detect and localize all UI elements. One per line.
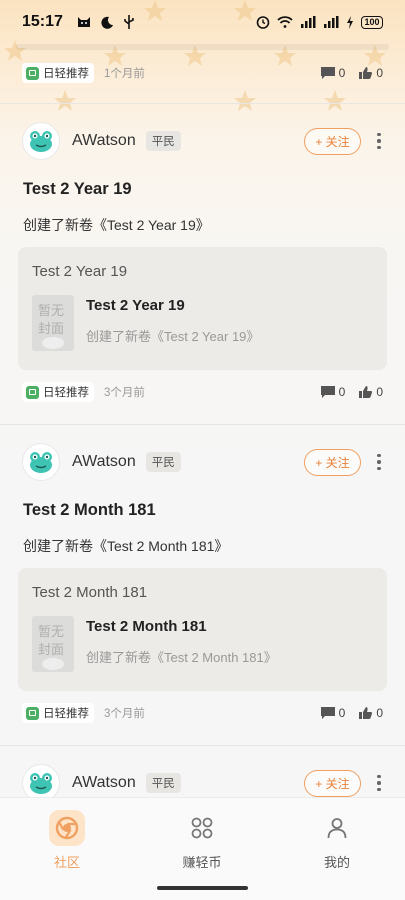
post-card[interactable]: AWatson 平民 + 关注 xyxy=(0,745,405,797)
post-meta-row: 日轻推荐 3个月前 0 0 xyxy=(18,378,387,406)
bottom-navigation: 社区 赚轻币 我的 xyxy=(0,797,405,900)
embed-subtitle: 创建了新卷《Test 2 Month 181》 xyxy=(86,650,277,665)
comment-count[interactable]: 0 xyxy=(320,706,346,720)
follow-button[interactable]: + 关注 xyxy=(304,127,361,155)
embed-name: Test 2 Month 181 xyxy=(86,618,207,635)
no-cover-placeholder-icon: 暂无 封面 xyxy=(32,616,74,672)
like-count[interactable]: 0 xyxy=(359,66,383,80)
recommend-icon xyxy=(26,66,39,80)
recommend-tag[interactable]: 日轻推荐 xyxy=(22,63,94,83)
signal-icon xyxy=(301,16,316,28)
like-count-value: 0 xyxy=(376,385,383,399)
svg-text:暂无: 暂无 xyxy=(38,625,64,640)
comment-icon xyxy=(320,67,335,79)
recommend-tag-label: 日轻推荐 xyxy=(43,387,89,399)
comment-count-value: 0 xyxy=(338,385,346,399)
avatar[interactable] xyxy=(22,764,60,797)
comment-count-value: 0 xyxy=(338,66,346,80)
recommend-icon xyxy=(26,706,39,720)
usb-icon xyxy=(124,15,134,29)
svg-text:暂无: 暂无 xyxy=(38,304,64,319)
like-count-value: 0 xyxy=(376,66,383,80)
community-feed[interactable]: 日轻推荐 1个月前 0 0 AWatson 平民 + 关注 Test 2 Yea… xyxy=(0,44,405,797)
post-description: 创建了新卷《Test 2 Year 19》 xyxy=(23,217,210,233)
moon-icon xyxy=(101,16,113,29)
thumbs-up-icon xyxy=(359,67,373,79)
more-options-icon[interactable] xyxy=(369,132,389,150)
embed-subtitle: 创建了新卷《Test 2 Year 19》 xyxy=(86,329,260,344)
volume-embed[interactable]: Test 2 Year 19 暂无封面 Test 2 Year 19 创建了新卷… xyxy=(18,247,387,370)
avatar[interactable] xyxy=(22,443,60,481)
frog-avatar-icon xyxy=(30,773,52,794)
recommend-tag[interactable]: 日轻推荐 xyxy=(22,382,94,402)
like-count[interactable]: 0 xyxy=(359,385,383,399)
nav-item-earn-coins[interactable]: 赚轻币 xyxy=(152,810,252,871)
nav-item-community[interactable]: 社区 xyxy=(17,810,117,871)
rank-badge: 平民 xyxy=(145,452,181,472)
like-count-value: 0 xyxy=(376,706,383,720)
author-name[interactable]: AWatson xyxy=(72,453,136,471)
volume-embed[interactable]: Test 2 Month 181 暂无封面 Test 2 Month 181 创… xyxy=(18,568,387,691)
embed-heading: Test 2 Year 19 xyxy=(32,263,128,280)
recommend-tag-label: 日轻推荐 xyxy=(43,68,89,80)
alarm-icon xyxy=(256,16,270,29)
nav-item-profile[interactable]: 我的 xyxy=(287,810,387,871)
comment-count[interactable]: 0 xyxy=(320,385,346,399)
follow-button[interactable]: + 关注 xyxy=(304,769,361,797)
thumbs-up-icon xyxy=(359,707,373,719)
charging-icon xyxy=(347,15,353,29)
status-time: 15:17 xyxy=(22,13,63,30)
nav-label: 我的 xyxy=(323,855,350,870)
post-title[interactable]: Test 2 Month 181 xyxy=(23,501,387,523)
wifi-icon xyxy=(277,16,293,28)
author-name[interactable]: AWatson xyxy=(72,132,136,150)
comment-icon xyxy=(320,386,335,398)
more-options-icon[interactable] xyxy=(369,453,389,471)
cat-notification-icon xyxy=(77,17,90,27)
svg-text:封面: 封面 xyxy=(38,322,64,337)
grid-icon xyxy=(184,810,220,846)
follow-button[interactable]: + 关注 xyxy=(304,448,361,476)
avatar[interactable] xyxy=(22,122,60,160)
post-time: 3个月前 xyxy=(104,387,145,399)
post-card[interactable]: AWatson 平民 + 关注 Test 2 Year 19 创建了新卷《Tes… xyxy=(0,103,405,424)
post-meta-row: 日轻推荐 1个月前 0 0 xyxy=(0,58,405,88)
battery-level: 100 xyxy=(361,15,383,29)
thumbs-up-icon xyxy=(359,386,373,398)
recommend-icon xyxy=(26,385,39,399)
recommend-tag[interactable]: 日轻推荐 xyxy=(22,703,94,723)
like-count[interactable]: 0 xyxy=(359,706,383,720)
nav-label: 赚轻币 xyxy=(182,855,222,870)
embed-name: Test 2 Year 19 xyxy=(86,297,185,314)
post-time: 3个月前 xyxy=(104,708,145,720)
no-cover-placeholder-icon: 暂无 封面 xyxy=(32,295,74,351)
frog-avatar-icon xyxy=(30,452,52,473)
divider xyxy=(16,44,389,50)
community-icon xyxy=(49,810,85,846)
status-bar: 15:17 100 xyxy=(0,0,405,44)
post-description: 创建了新卷《Test 2 Month 181》 xyxy=(23,538,229,554)
home-indicator[interactable] xyxy=(157,886,248,890)
rank-badge: 平民 xyxy=(145,131,181,151)
svg-text:封面: 封面 xyxy=(38,643,64,658)
post-card[interactable]: AWatson 平民 + 关注 Test 2 Month 181 创建了新卷《T… xyxy=(0,424,405,745)
signal-icon-2 xyxy=(324,16,339,28)
comment-icon xyxy=(320,707,335,719)
post-time: 1个月前 xyxy=(104,68,145,80)
more-options-icon[interactable] xyxy=(369,774,389,792)
recommend-tag-label: 日轻推荐 xyxy=(43,708,89,720)
nav-label: 社区 xyxy=(53,855,80,870)
frog-avatar-icon xyxy=(30,131,52,152)
post-meta-row: 日轻推荐 3个月前 0 0 xyxy=(18,699,387,727)
post-title[interactable]: Test 2 Year 19 xyxy=(23,180,387,202)
rank-badge: 平民 xyxy=(145,773,181,793)
comment-count[interactable]: 0 xyxy=(320,66,346,80)
profile-icon xyxy=(319,810,355,846)
comment-count-value: 0 xyxy=(338,706,346,720)
author-name[interactable]: AWatson xyxy=(72,774,136,792)
embed-heading: Test 2 Month 181 xyxy=(32,584,148,601)
